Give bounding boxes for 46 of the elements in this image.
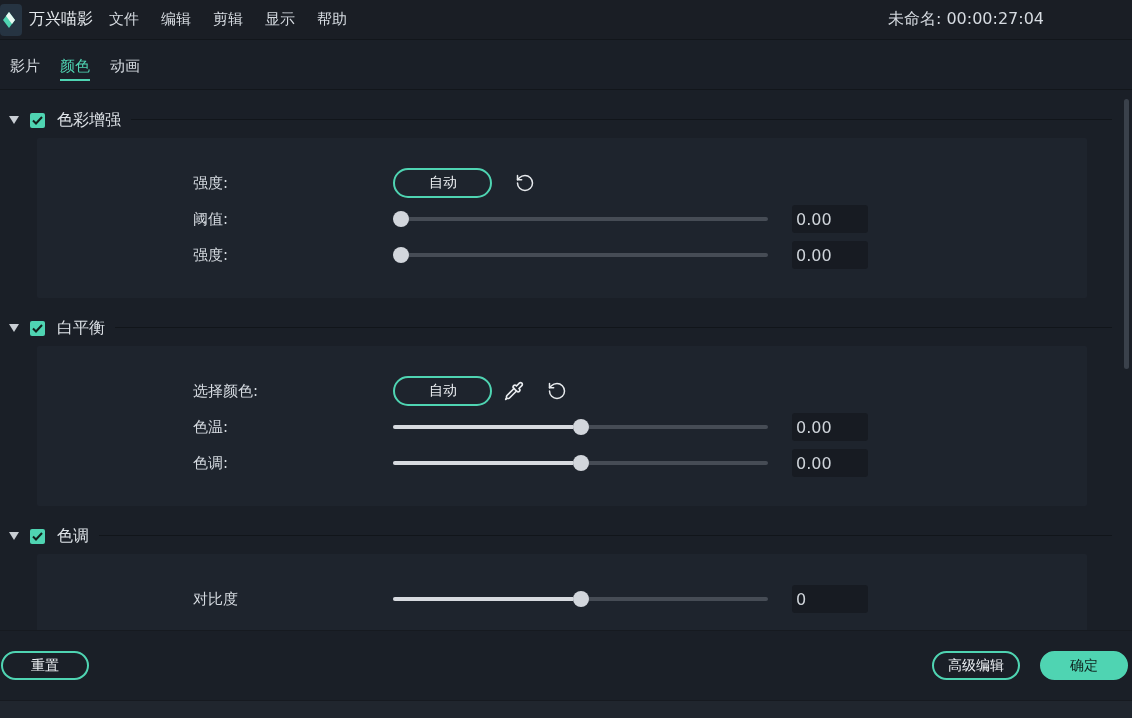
- slider-thumb[interactable]: [393, 247, 409, 263]
- value-field[interactable]: 0.00: [792, 241, 868, 269]
- setting-label: 对比度: [193, 589, 239, 609]
- slider-thumb[interactable]: [572, 455, 589, 471]
- checkbox[interactable]: [30, 528, 45, 544]
- project-timecode: 未命名: 00:00:27:04: [887, 9, 1044, 30]
- auto-button[interactable]: 自动: [393, 376, 492, 406]
- section-title: 色调: [57, 525, 89, 547]
- app-name: 万兴喵影: [29, 9, 93, 30]
- setting-label: 强度:: [193, 245, 230, 265]
- reset-button[interactable]: 重置: [1, 651, 89, 680]
- slider-thumb[interactable]: [572, 591, 589, 607]
- value-field[interactable]: 0.00: [792, 413, 868, 441]
- caret-icon[interactable]: [9, 324, 19, 332]
- value-field[interactable]: 0.00: [792, 205, 868, 233]
- setting-label: 色温:: [193, 417, 230, 437]
- menu-item[interactable]: 文件: [109, 10, 139, 29]
- checkbox[interactable]: [30, 320, 45, 336]
- menu-item[interactable]: 编辑: [161, 10, 191, 29]
- action-button[interactable]: 高级编辑: [932, 651, 1020, 680]
- section-title: 白平衡: [57, 317, 105, 339]
- auto-button[interactable]: 自动: [393, 168, 492, 198]
- reset-icon[interactable]: [515, 173, 535, 193]
- caret-icon[interactable]: [9, 532, 19, 540]
- setting-label: 选择颜色:: [193, 381, 260, 401]
- setting-label: 色调:: [193, 453, 230, 473]
- section-title: 色彩增强: [57, 109, 121, 131]
- scrollbar-thumb[interactable]: [1124, 99, 1129, 369]
- checkbox[interactable]: [30, 112, 45, 128]
- slider-thumb[interactable]: [393, 211, 409, 227]
- value-field[interactable]: 0: [792, 585, 868, 613]
- setting-label: 阈值:: [193, 209, 230, 229]
- caret-icon[interactable]: [9, 116, 19, 124]
- action-button[interactable]: 确定: [1040, 651, 1128, 680]
- eyedropper-icon[interactable]: [504, 381, 524, 401]
- tab[interactable]: 颜色: [60, 52, 90, 81]
- value-field[interactable]: 0.00: [792, 449, 868, 477]
- menu-item[interactable]: 显示: [265, 10, 295, 29]
- menu-item[interactable]: 剪辑: [213, 10, 243, 29]
- setting-label: 强度:: [193, 173, 230, 193]
- slider-thumb[interactable]: [572, 419, 589, 435]
- reset-icon[interactable]: [547, 381, 567, 401]
- tab[interactable]: 影片: [10, 52, 40, 81]
- app-logo-icon: [0, 3, 22, 36]
- tab[interactable]: 动画: [110, 52, 140, 81]
- menu-item[interactable]: 帮助: [317, 10, 347, 29]
